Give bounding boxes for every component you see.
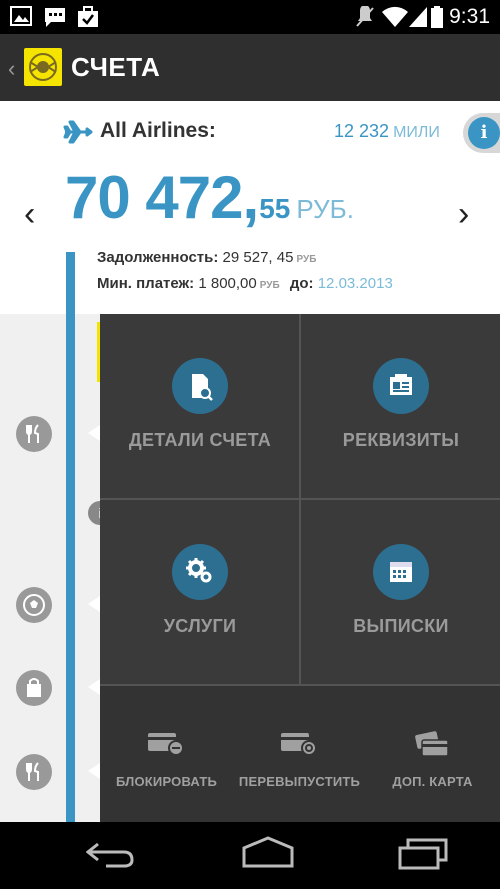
card-block-icon <box>148 733 184 755</box>
card-actions-bar: БЛОКИРОВАТЬ ПЕРЕВЫПУСТИТЬ ДОП. КАРТА <box>100 686 500 822</box>
timeline-line <box>66 252 75 822</box>
navigation-bar <box>0 822 500 889</box>
debt-currency: РУБ <box>296 254 317 265</box>
page-title: СЧЕТА <box>71 52 161 82</box>
shopping-bag-icon <box>16 670 52 706</box>
min-payment-currency: РУБ <box>259 280 280 291</box>
debt-label: Задолженность: <box>97 249 219 266</box>
min-payment-row: Мин. платеж: 1 800,00 РУБ до: 12.03.2013 <box>97 275 393 292</box>
restaurant-icon <box>16 416 52 452</box>
tile-label: ДЕТАЛИ СЧЕТА <box>128 430 272 450</box>
check-bag-icon <box>78 6 98 27</box>
mute-icon <box>356 6 374 27</box>
next-account-icon[interactable]: › <box>458 195 469 234</box>
restaurant-icon <box>16 754 52 790</box>
reissue-button[interactable]: ПЕРЕВЫПУСТИТЬ <box>233 686 366 822</box>
account-summary-card: All Airlines: 12 232 МИЛИ i ‹ › 70 472,55… <box>0 101 500 314</box>
action-bar: ‹ СЧЕТА <box>0 34 500 101</box>
min-payment-value: 1 800,00 <box>198 275 257 292</box>
message-icon <box>45 8 65 27</box>
menu-divider <box>299 314 301 684</box>
extra-card-button[interactable]: ДОП. КАРТА <box>366 686 499 822</box>
due-label: до: <box>289 275 314 292</box>
balance-fraction: 55 <box>259 193 291 224</box>
id-card-icon <box>373 358 429 414</box>
tile-label: РЕКВИЗИТЫ <box>342 430 460 450</box>
timeline-notch <box>88 763 100 779</box>
timeline-notch <box>88 425 100 441</box>
block-button[interactable]: БЛОКИРОВАТЬ <box>100 686 233 822</box>
bb-label: ПЕРЕВЫПУСТИТЬ <box>238 774 361 789</box>
battery-icon <box>431 6 443 28</box>
timeline-notch <box>88 596 100 612</box>
tile-label: ВЫПИСКИ <box>353 616 449 636</box>
tile-requisites[interactable]: РЕКВИЗИТЫ <box>301 314 500 499</box>
tile-label: УСЛУГИ <box>163 616 237 636</box>
back-nav-icon[interactable] <box>86 836 136 870</box>
info-icon[interactable]: i <box>468 117 500 149</box>
clock: 9:31 <box>449 5 490 28</box>
due-date: 12.03.2013 <box>317 275 393 292</box>
football-icon <box>16 587 52 623</box>
back-icon[interactable]: ‹ <box>8 56 15 82</box>
miles-value: 12 232 <box>334 121 390 141</box>
calendar-icon <box>373 544 429 600</box>
miles-unit: МИЛИ <box>393 124 440 141</box>
image-icon <box>10 6 32 26</box>
gears-icon <box>172 544 228 600</box>
bb-label: БЛОКИРОВАТЬ <box>115 774 218 789</box>
balance-comma: , <box>242 164 260 231</box>
recents-nav-icon[interactable] <box>398 836 450 870</box>
miles-balance: 12 232 МИЛИ <box>334 121 440 142</box>
program-name: All Airlines: <box>100 119 216 142</box>
app-logo-icon[interactable] <box>24 48 62 86</box>
bb-label: ДОП. КАРТА <box>392 774 473 789</box>
previous-account-icon[interactable]: ‹ <box>24 195 35 234</box>
home-nav-icon[interactable] <box>240 836 296 870</box>
debt-value: 29 527, 45 <box>222 249 294 266</box>
timeline-notch <box>88 679 100 695</box>
status-bar: 9:31 <box>0 0 500 34</box>
tile-account-details[interactable]: ДЕТАЛИ СЧЕТА <box>100 314 300 499</box>
card-reissue-icon <box>281 733 317 755</box>
wifi-icon <box>382 6 408 27</box>
balance-integer: 70 472 <box>65 164 244 231</box>
cell-signal-icon <box>409 7 427 27</box>
balance-currency: РУБ. <box>296 194 354 224</box>
account-actions-menu: ДЕТАЛИ СЧЕТА РЕКВИЗИТЫ УСЛУГИ ВЫПИСКИ БЛ… <box>100 314 500 822</box>
document-search-icon <box>172 358 228 414</box>
debt-row: Задолженность: 29 527, 45 РУБ <box>97 249 316 266</box>
transactions-timeline: i <box>0 314 112 822</box>
min-payment-label: Мин. платеж: <box>97 275 195 292</box>
account-balance: 70 472,55 РУБ. <box>65 163 354 232</box>
tile-statements[interactable]: ВЫПИСКИ <box>301 500 500 685</box>
extra-card-icon <box>415 731 449 757</box>
tile-services[interactable]: УСЛУГИ <box>100 500 300 685</box>
airplane-icon <box>63 120 93 144</box>
